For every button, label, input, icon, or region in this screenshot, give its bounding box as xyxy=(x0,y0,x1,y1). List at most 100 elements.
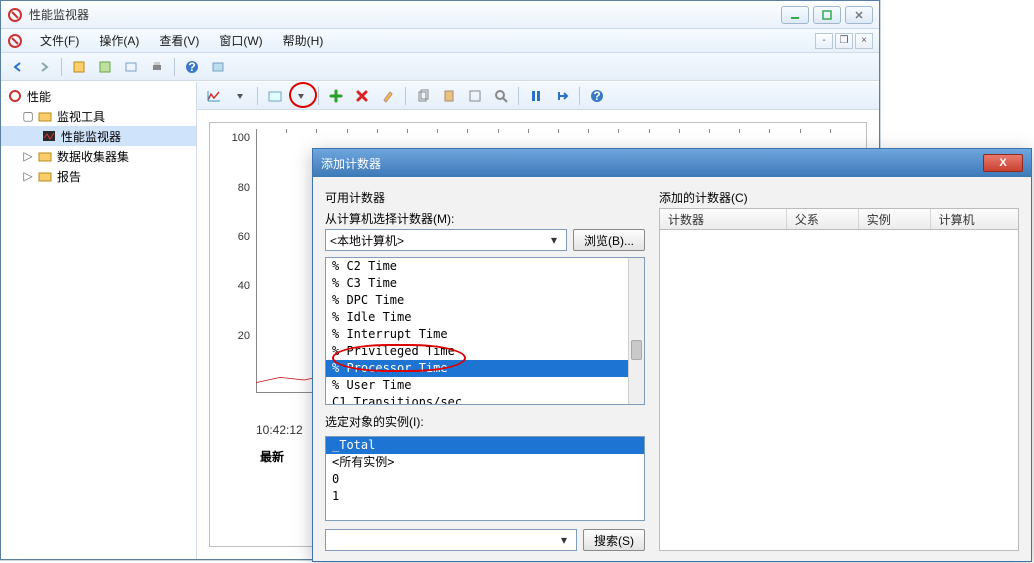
mdi-minimize[interactable]: ‑ xyxy=(815,33,833,49)
counter-item[interactable]: C1 Transitions/sec xyxy=(326,394,644,405)
view-type-button[interactable] xyxy=(203,85,225,107)
counter-item[interactable]: % Processor Time xyxy=(326,360,644,377)
add-counters-dialog: 添加计数器 X 可用计数器 从计算机选择计数器(M): <本地计算机> ▾ 浏览… xyxy=(312,148,1032,562)
add-counter-button[interactable] xyxy=(325,85,347,107)
window-controls xyxy=(781,6,873,24)
delete-counter-button[interactable] xyxy=(351,85,373,107)
instance-item[interactable]: 0 xyxy=(326,471,644,488)
instances-listbox[interactable]: _Total<所有实例>01 xyxy=(325,436,645,521)
help-button[interactable]: ? xyxy=(181,56,203,78)
counter-item[interactable]: % Interrupt Time xyxy=(326,326,644,343)
counter-item[interactable]: % Idle Time xyxy=(326,309,644,326)
print-button[interactable] xyxy=(146,56,168,78)
col-computer[interactable]: 计算机 xyxy=(931,209,1018,229)
maximize-button[interactable] xyxy=(813,6,841,24)
tree-root-performance[interactable]: 性能 xyxy=(1,86,196,106)
counter-item[interactable]: % User Time xyxy=(326,377,644,394)
mmc-toolbar: ? xyxy=(1,53,879,81)
zoom-button[interactable] xyxy=(490,85,512,107)
menu-window[interactable]: 窗口(W) xyxy=(210,29,271,52)
from-computer-label: 从计算机选择计数器(M): xyxy=(325,210,645,227)
tree-reports-label: 报告 xyxy=(57,168,81,185)
expander-icon[interactable]: ▷ xyxy=(23,151,33,161)
forward-button[interactable] xyxy=(33,56,55,78)
added-counters-label: 添加的计数器(C) xyxy=(659,189,1019,206)
ytick-20: 20 xyxy=(238,330,250,342)
dialog-body: 可用计数器 从计算机选择计数器(M): <本地计算机> ▾ 浏览(B)... %… xyxy=(313,177,1031,561)
col-counter[interactable]: 计数器 xyxy=(660,209,787,229)
added-counters-pane: 添加的计数器(C) 计数器 父系 实例 计算机 xyxy=(659,187,1019,551)
instance-item[interactable]: 1 xyxy=(326,488,644,505)
back-button[interactable] xyxy=(7,56,29,78)
help-button[interactable]: ? xyxy=(586,85,608,107)
export-button[interactable] xyxy=(120,56,142,78)
counter-item[interactable]: % DPC Time xyxy=(326,292,644,309)
dialog-close-button[interactable]: X xyxy=(983,154,1023,172)
instance-item[interactable]: <所有实例> xyxy=(326,454,644,471)
tree-perfmon[interactable]: 性能监视器 xyxy=(1,126,196,146)
tree-montools-label: 监视工具 xyxy=(57,108,105,125)
counter-item[interactable]: % C3 Time xyxy=(326,275,644,292)
tree-dcs-label: 数据收集器集 xyxy=(57,148,129,165)
ytick-100: 100 xyxy=(232,132,250,144)
copy-button[interactable] xyxy=(412,85,434,107)
tree-monitoring-tools[interactable]: ▢ 监视工具 xyxy=(1,106,196,126)
perf-root-icon xyxy=(7,88,23,104)
counters-listbox[interactable]: % C2 Time% C3 Time% DPC Time% Idle Time%… xyxy=(325,257,645,405)
dialog-title: 添加计数器 xyxy=(321,155,983,172)
x-start: 10:42:12 xyxy=(256,423,303,437)
properties-button[interactable] xyxy=(94,56,116,78)
app-icon xyxy=(7,7,23,23)
freeze-button[interactable] xyxy=(525,85,547,107)
view-dropdown-button[interactable] xyxy=(229,85,251,107)
added-counters-body[interactable] xyxy=(659,230,1019,551)
separator xyxy=(318,87,319,105)
counter-item[interactable]: % Privileged Time xyxy=(326,343,644,360)
separator xyxy=(61,58,62,76)
mdi-restore[interactable]: ❐ xyxy=(835,33,853,49)
tree-perfmon-label: 性能监视器 xyxy=(61,128,121,145)
highlight-button[interactable] xyxy=(377,85,399,107)
paste-button[interactable] xyxy=(438,85,460,107)
folder-icon xyxy=(37,108,53,124)
ytick-60: 60 xyxy=(238,231,250,243)
svg-text:?: ? xyxy=(188,60,195,74)
browse-button[interactable]: 浏览(B)... xyxy=(573,229,645,251)
show-hide-tree-button[interactable] xyxy=(68,56,90,78)
mdi-close[interactable]: × xyxy=(855,33,873,49)
graph-type-button[interactable] xyxy=(264,85,286,107)
minimize-button[interactable] xyxy=(781,6,809,24)
computer-combo[interactable]: <本地计算机> ▾ xyxy=(325,229,567,251)
menu-view[interactable]: 查看(V) xyxy=(150,29,208,52)
expander-icon[interactable]: ▢ xyxy=(23,111,33,121)
graph-dropdown-button[interactable] xyxy=(290,85,312,107)
menubar: 文件(F) 操作(A) 查看(V) 窗口(W) 帮助(H) ‑ ❐ × xyxy=(1,29,879,53)
search-combo[interactable]: ▾ xyxy=(325,529,577,551)
scrollbar[interactable] xyxy=(628,258,644,404)
menu-help[interactable]: 帮助(H) xyxy=(274,29,333,52)
perfmon-node-icon xyxy=(41,128,57,144)
col-instance[interactable]: 实例 xyxy=(859,209,931,229)
properties-button[interactable] xyxy=(464,85,486,107)
folder-icon xyxy=(37,168,53,184)
close-button[interactable] xyxy=(845,6,873,24)
mdi-controls: ‑ ❐ × xyxy=(815,33,873,49)
expander-icon[interactable]: ▷ xyxy=(23,171,33,181)
added-counters-header: 计数器 父系 实例 计算机 xyxy=(659,208,1019,230)
titlebar: 性能监视器 xyxy=(1,1,879,29)
tree-reports[interactable]: ▷ 报告 xyxy=(1,166,196,186)
col-parent[interactable]: 父系 xyxy=(787,209,859,229)
menu-action[interactable]: 操作(A) xyxy=(90,29,148,52)
counter-item[interactable]: % C2 Time xyxy=(326,258,644,275)
scroll-thumb[interactable] xyxy=(631,340,642,360)
refresh-button[interactable] xyxy=(207,56,229,78)
tree-data-collector-sets[interactable]: ▷ 数据收集器集 xyxy=(1,146,196,166)
update-button[interactable] xyxy=(551,85,573,107)
app-icon-small xyxy=(7,33,23,49)
menu-file[interactable]: 文件(F) xyxy=(31,29,88,52)
separator xyxy=(405,87,406,105)
instance-item[interactable]: _Total xyxy=(326,437,644,454)
available-counters-pane: 可用计数器 从计算机选择计数器(M): <本地计算机> ▾ 浏览(B)... %… xyxy=(325,187,645,551)
search-button[interactable]: 搜索(S) xyxy=(583,529,645,551)
separator xyxy=(518,87,519,105)
